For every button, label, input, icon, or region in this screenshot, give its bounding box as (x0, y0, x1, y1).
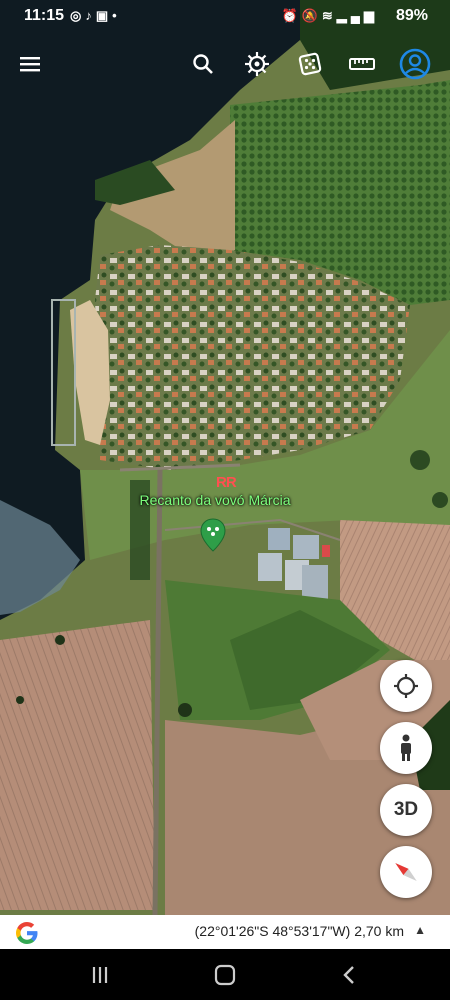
voyager-icon (245, 52, 269, 76)
menu-icon (20, 57, 40, 72)
alarm-icon: ⏰ (281, 8, 302, 23)
system-nav-bar (0, 949, 450, 1000)
recents-button[interactable] (80, 959, 120, 991)
search-icon (193, 54, 213, 74)
3d-toggle-button[interactable]: 3D (380, 784, 432, 836)
pegman-icon (401, 734, 411, 761)
top-toolbar (0, 42, 450, 86)
battery-text: 89% (395, 7, 428, 24)
voyager-button[interactable] (237, 42, 277, 86)
coordinates-text: (22°01'26"S 48°53'17"W) 2,70 km (194, 923, 404, 939)
back-button[interactable] (330, 959, 370, 991)
measure-icon (349, 58, 375, 70)
expand-caret-icon[interactable]: ▲ (414, 923, 426, 937)
place-pin[interactable] (200, 518, 226, 557)
menu-button[interactable] (10, 42, 50, 86)
tiktok-icon: ♪ (85, 8, 96, 23)
location-pin-icon (200, 518, 226, 552)
back-icon (343, 966, 354, 984)
street-view-button[interactable] (380, 722, 432, 774)
home-icon (214, 964, 236, 986)
place-label[interactable]: Recanto da vovó Márcia (100, 492, 330, 508)
status-system-icons: ⏰🔕≋▂▄▆ (282, 8, 379, 24)
my-location-icon (394, 674, 418, 698)
place-code-label: RR (216, 474, 237, 491)
bottom-info-bar: (22°01'26"S 48°53'17"W) 2,70 km ▲ (0, 915, 450, 949)
dice-icon (298, 52, 322, 76)
compass-button[interactable] (380, 846, 432, 898)
dot-icon: • (112, 8, 121, 23)
my-location-button[interactable] (380, 660, 432, 712)
status-bar: 11:15 ◎♪▣• ⏰🔕≋▂▄▆ 89% (0, 0, 450, 34)
home-button[interactable] (205, 959, 245, 991)
recents-icon (92, 967, 108, 983)
account-icon (399, 48, 431, 80)
chrome-icon: ◎ (70, 8, 86, 23)
feeling-lucky-button[interactable] (290, 42, 330, 86)
compass-icon (395, 863, 417, 881)
satellite-map[interactable] (0, 0, 450, 915)
mute-icon: 🔕 (301, 8, 322, 23)
measure-button[interactable] (342, 42, 382, 86)
account-button[interactable] (395, 42, 435, 86)
wifi-icon: ≋ (321, 8, 337, 23)
search-button[interactable] (183, 42, 223, 86)
sim-icon: ▣ (95, 8, 113, 23)
status-time: 11:15 (24, 7, 65, 24)
google-logo-icon (16, 922, 38, 944)
status-app-icons: ◎♪▣• (70, 8, 121, 24)
signal-icon: ▂▄▆ (336, 8, 378, 23)
